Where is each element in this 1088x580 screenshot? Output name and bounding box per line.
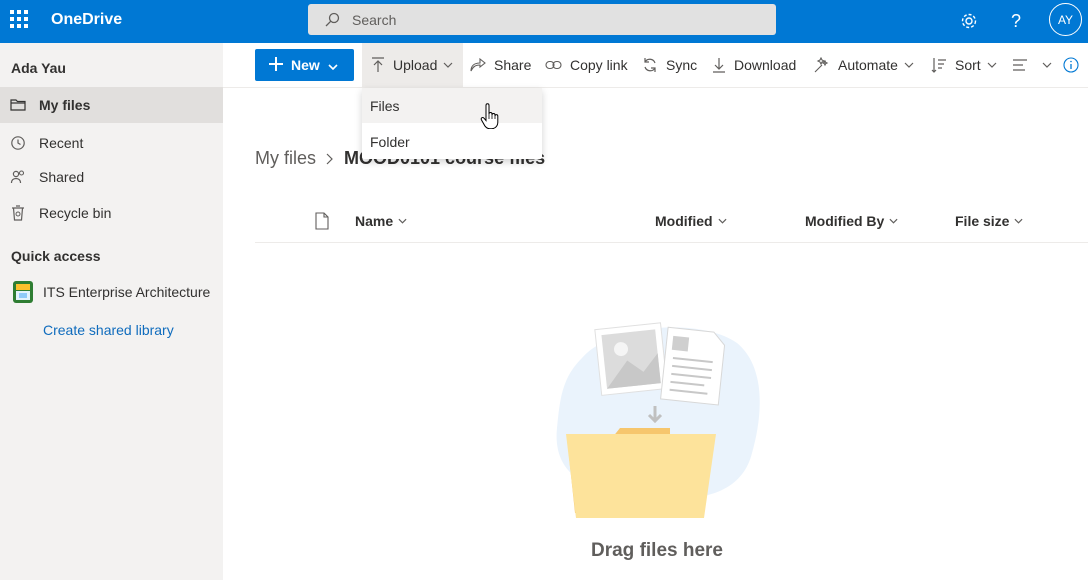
download-button[interactable]: Download	[712, 43, 796, 87]
automate-icon	[814, 57, 830, 73]
share-button-label: Share	[494, 57, 532, 73]
sidebar-item-label: Recent	[39, 135, 84, 151]
column-header-label: Name	[355, 213, 394, 229]
command-bar: New Upload Share Copy link Sync Download…	[223, 43, 1088, 88]
quick-access-label: ITS Enterprise Architecture	[43, 284, 211, 300]
column-header-modified-by[interactable]: Modified By	[805, 213, 898, 229]
trash-icon	[0, 205, 39, 221]
upload-icon	[371, 57, 385, 73]
breadcrumb-root[interactable]: My files	[255, 148, 316, 169]
file-type-icon[interactable]	[315, 212, 329, 235]
chevron-down-icon	[328, 57, 338, 73]
download-button-label: Download	[734, 57, 797, 73]
sync-button-label: Sync	[666, 57, 698, 73]
chevron-down-icon	[443, 62, 453, 68]
download-icon	[712, 57, 726, 73]
column-header-label: Modified	[655, 213, 713, 229]
file-list-header: Name Modified Modified By File size	[255, 200, 1088, 243]
column-header-label: Modified By	[805, 213, 885, 229]
info-icon[interactable]	[1063, 43, 1079, 87]
sidebar-item-label: My files	[39, 97, 91, 113]
upload-button[interactable]: Upload	[362, 43, 463, 87]
empty-state-message: Drag files here	[591, 540, 723, 561]
view-options-button[interactable]	[1012, 43, 1052, 87]
upload-button-label: Upload	[393, 57, 438, 73]
user-name: Ada Yau	[11, 60, 66, 76]
column-header-label: File size	[955, 213, 1010, 229]
chevron-down-icon	[904, 62, 914, 68]
sidebar-item-my-files[interactable]: My files	[0, 87, 223, 123]
sort-button[interactable]: Sort	[931, 43, 997, 87]
chevron-down-icon	[398, 218, 407, 224]
chevron-right-icon	[326, 153, 334, 165]
automate-button-label: Automate	[838, 57, 898, 73]
sync-icon	[642, 57, 658, 73]
automate-button[interactable]: Automate	[814, 43, 914, 87]
column-header-file-size[interactable]: File size	[955, 213, 1023, 229]
sidebar-item-recent[interactable]: Recent	[0, 125, 223, 161]
chevron-down-icon	[987, 62, 997, 68]
avatar[interactable]: AY	[1049, 3, 1082, 36]
app-launcher-icon[interactable]	[10, 10, 28, 28]
quick-access-title: Quick access	[11, 248, 101, 264]
sidebar-item-shared[interactable]: Shared	[0, 159, 223, 195]
search-input[interactable]	[352, 10, 752, 30]
create-shared-library-link[interactable]: Create shared library	[43, 322, 174, 338]
plus-icon	[269, 56, 283, 74]
column-header-name[interactable]: Name	[355, 213, 407, 229]
new-button[interactable]: New	[255, 49, 354, 81]
copy-link-button[interactable]: Copy link	[545, 43, 628, 87]
people-icon	[0, 169, 39, 185]
empty-folder-illustration	[556, 322, 760, 518]
clock-icon	[0, 135, 39, 151]
sidebar-item-recycle-bin[interactable]: Recycle bin	[0, 195, 223, 231]
question-icon[interactable]: ?	[1004, 9, 1028, 33]
search-icon	[325, 12, 340, 27]
link-icon	[545, 60, 562, 70]
new-button-label: New	[291, 57, 320, 73]
top-bar: OneDrive ? AY	[0, 0, 1088, 43]
column-header-modified[interactable]: Modified	[655, 213, 727, 229]
sidebar-item-label: Shared	[39, 169, 85, 185]
folder-icon	[0, 98, 39, 112]
sort-button-label: Sort	[955, 57, 981, 73]
upload-menu-item-files[interactable]: Files	[362, 88, 542, 123]
site-logo-icon	[11, 280, 35, 304]
share-button[interactable]: Share	[470, 43, 531, 87]
gear-icon[interactable]	[957, 9, 981, 33]
sync-button[interactable]: Sync	[642, 43, 697, 87]
sort-icon	[931, 57, 947, 73]
chevron-down-icon	[1042, 62, 1052, 68]
sidebar-item-label: Recycle bin	[39, 205, 112, 221]
upload-menu-item-folder[interactable]: Folder	[362, 124, 542, 159]
chevron-down-icon	[718, 218, 727, 224]
hand-cursor-icon	[480, 103, 499, 129]
chevron-down-icon	[889, 218, 898, 224]
app-title[interactable]: OneDrive	[51, 11, 122, 29]
chevron-down-icon	[1014, 218, 1023, 224]
search-box[interactable]	[308, 4, 776, 35]
sidebar: Ada Yau My files Recent Shared Recycle b…	[0, 43, 223, 580]
upload-menu: Files Folder	[362, 88, 542, 159]
quick-access-item[interactable]: ITS Enterprise Architecture	[11, 280, 210, 304]
view-list-icon	[1012, 59, 1028, 71]
copy-link-button-label: Copy link	[570, 57, 628, 73]
share-icon	[470, 58, 486, 72]
